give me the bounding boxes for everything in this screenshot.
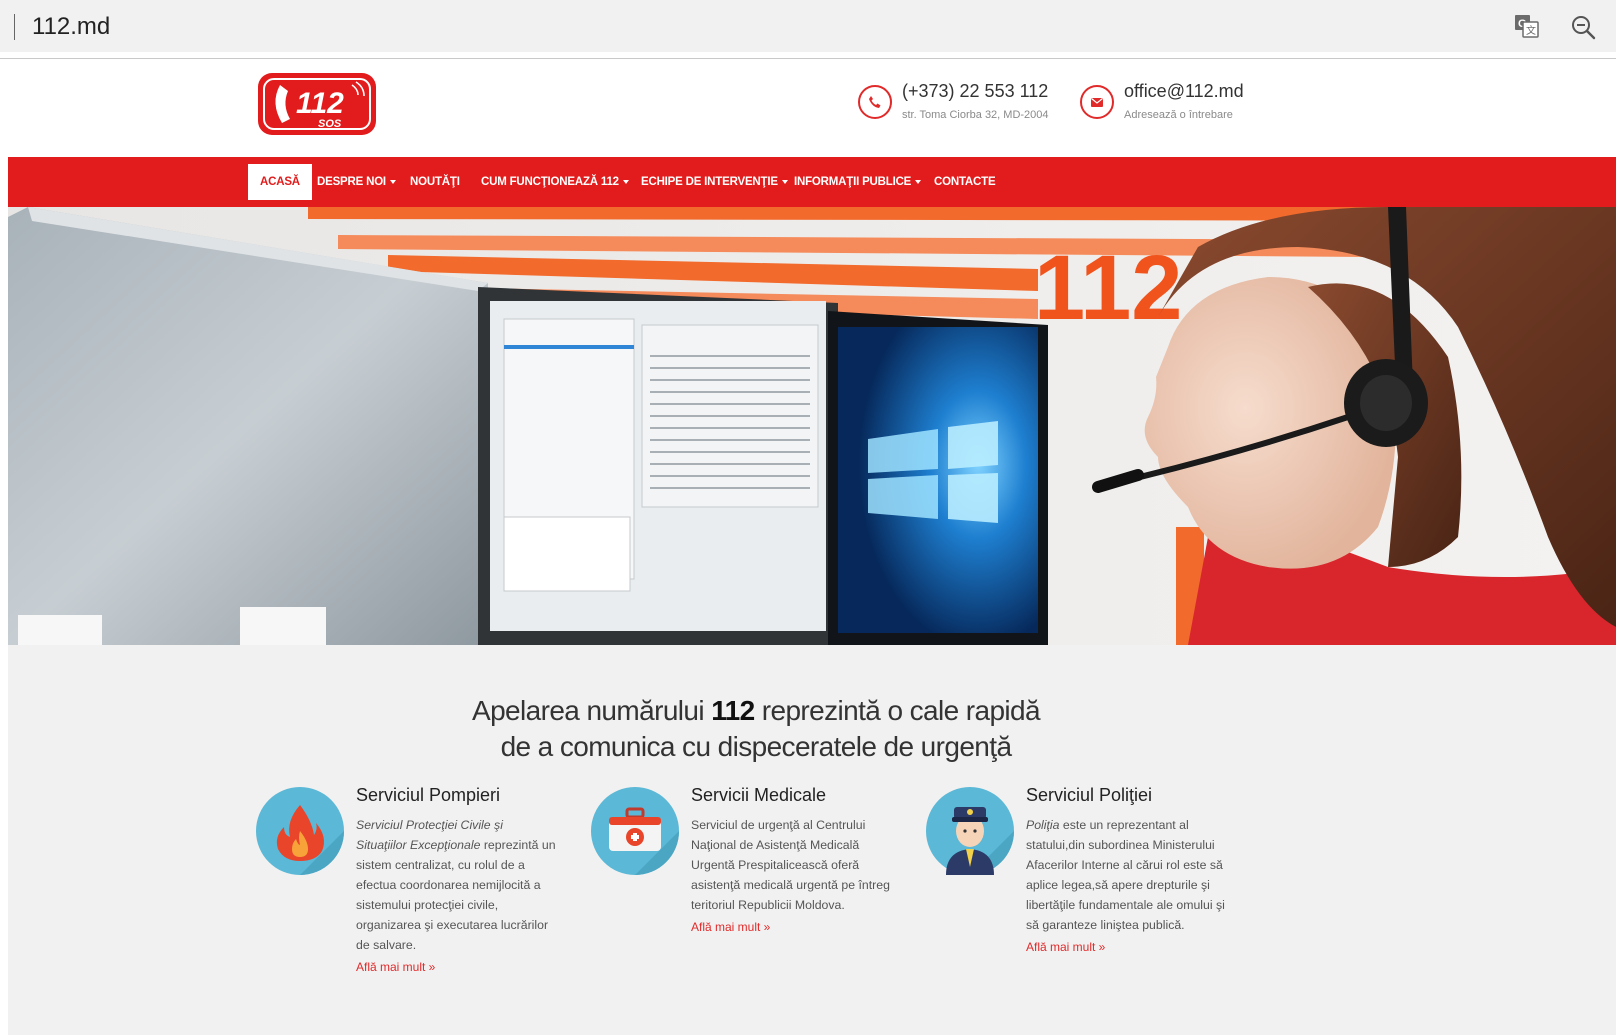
police-officer-icon <box>926 787 1014 875</box>
nav-despre-noi[interactable]: DESPRE NOI <box>317 164 396 200</box>
text-cursor <box>14 14 15 40</box>
service-medicale: Servicii Medicale Serviciul de urgenţă a… <box>591 785 891 985</box>
hero-image: 112 <box>8 207 1616 645</box>
ask-question-text: Adresează o întrebare <box>1124 109 1233 121</box>
email-address[interactable]: office@112.md <box>1124 81 1244 102</box>
wall-112-text: 112 <box>1034 237 1182 339</box>
main-navbar: ACASĂ DESPRE NOI NOUTĂŢI CUM FUNCŢIONEAZ… <box>8 157 1616 207</box>
service-title: Serviciul Poliţiei <box>1026 785 1153 805</box>
logo-112-sos[interactable]: 112 SOS <box>256 71 378 137</box>
read-more-link[interactable]: Află mai mult » <box>1026 937 1226 957</box>
svg-text:文: 文 <box>1526 24 1536 37</box>
service-description: Serviciul de urgenţă al Centrului Naţion… <box>691 815 891 937</box>
read-more-link[interactable]: Află mai mult » <box>691 917 891 937</box>
web-page: 112 SOS (+373) 22 553 112 str. Toma Cior… <box>8 59 1616 1035</box>
nav-echipe-interventie[interactable]: ECHIPE DE INTERVENŢIE <box>641 164 788 200</box>
nav-informatii-publice[interactable]: INFORMAŢII PUBLICE <box>794 164 922 200</box>
fire-icon <box>256 787 344 875</box>
nav-noutati[interactable]: NOUTĂŢI <box>410 164 460 200</box>
envelope-icon <box>1080 85 1114 119</box>
service-politiei: Serviciul Poliţiei Poliţia este un repre… <box>926 785 1226 985</box>
medical-kit-icon <box>591 787 679 875</box>
nav-cum-functioneaza[interactable]: CUM FUNCŢIONEAZĂ 112 <box>481 164 629 200</box>
service-description: Poliţia este un reprezentant al statului… <box>1026 815 1226 957</box>
browser-address-bar: 112.md G 文 <box>0 0 1616 52</box>
nav-contacte[interactable]: CONTACTE <box>934 164 996 200</box>
service-title: Servicii Medicale <box>691 785 827 805</box>
contact-phone[interactable]: (+373) 22 553 112 str. Toma Ciorba 32, M… <box>858 81 1068 131</box>
service-title: Serviciul Pompieri <box>356 785 501 805</box>
phone-number[interactable]: (+373) 22 553 112 <box>902 81 1048 102</box>
translate-icon[interactable]: G 文 <box>1514 14 1540 38</box>
phone-icon <box>858 85 892 119</box>
tagline-line-2: de a comunica cu dispeceratele de urgenţ… <box>500 731 1012 762</box>
address-text: str. Toma Ciorba 32, MD-2004 <box>902 109 1049 121</box>
zoom-out-icon[interactable] <box>1570 14 1596 40</box>
logo-text: 112 <box>296 87 344 120</box>
read-more-link[interactable]: Află mai mult » <box>356 957 556 977</box>
logo-sub: SOS <box>318 118 342 130</box>
chevron-down-icon <box>781 179 788 184</box>
hero-illustration: 112 <box>8 207 1616 645</box>
chevron-down-icon <box>622 179 629 184</box>
nav-acasa[interactable]: ACASĂ <box>248 164 312 200</box>
chevron-down-icon <box>389 179 396 184</box>
tagline-line-1: Apelarea numărului 112 reprezintă o cale… <box>472 695 1041 726</box>
contact-email[interactable]: office@112.md Adresează o întrebare <box>1080 81 1260 131</box>
service-pompieri: Serviciul Pompieri Serviciul Protecţiei … <box>256 785 556 985</box>
service-description: Serviciul Protecţiei Civile şi Situaţiil… <box>356 815 556 977</box>
chevron-down-icon <box>915 179 922 184</box>
tagline: Apelarea numărului 112 reprezintă o cale… <box>8 693 1504 765</box>
services-section: Apelarea numărului 112 reprezintă o cale… <box>8 645 1616 1035</box>
url-text[interactable]: 112.md <box>32 13 110 41</box>
